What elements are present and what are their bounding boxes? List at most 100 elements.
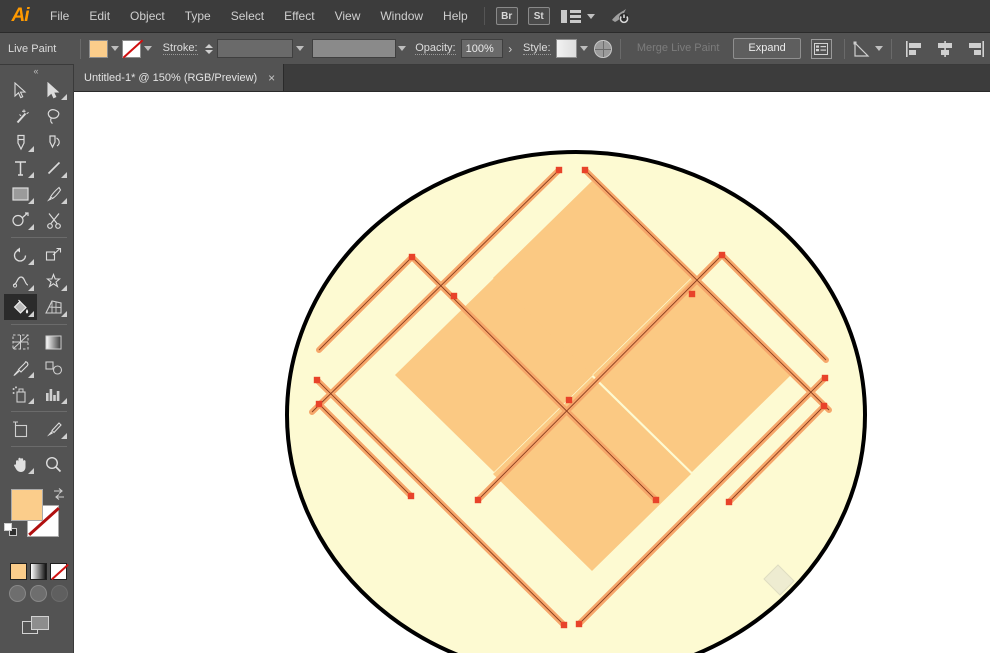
tools-grid — [0, 77, 74, 477]
merge-live-paint-button[interactable]: Merge Live Paint — [629, 38, 728, 59]
line-segment-tool[interactable] — [37, 155, 70, 181]
zoom-tool[interactable] — [37, 451, 70, 477]
stroke-weight-stepper[interactable] — [204, 40, 215, 58]
control-divider-3 — [844, 38, 845, 59]
color-mode-button[interactable] — [10, 563, 27, 580]
document-tab-bar: Untitled-1* @ 150% (RGB/Preview) × — [74, 64, 990, 92]
sphere-icon[interactable] — [594, 39, 612, 58]
workspace-switcher[interactable] — [560, 9, 595, 24]
eyedropper-tool[interactable] — [4, 355, 37, 381]
width-tool[interactable] — [4, 268, 37, 294]
stroke-weight-dropdown-arrow[interactable] — [293, 40, 307, 58]
tools-divider-1 — [4, 233, 74, 242]
style-label: Style: — [523, 42, 551, 55]
full-screen-menu-button[interactable] — [30, 585, 47, 602]
gradient-mode-button[interactable] — [30, 563, 47, 580]
menu-help[interactable]: Help — [433, 0, 478, 33]
expand-button[interactable]: Expand — [733, 38, 801, 59]
selection-tool[interactable] — [4, 77, 37, 103]
full-screen-button[interactable] — [51, 585, 68, 602]
tools-panel-grip[interactable]: « — [0, 65, 73, 77]
menu-divider — [483, 7, 485, 25]
symbol-sprayer-tool[interactable] — [4, 381, 37, 407]
document-canvas[interactable] — [74, 92, 990, 653]
menu-object[interactable]: Object — [120, 0, 175, 33]
app-logo: Ai — [11, 5, 30, 26]
menu-bar: Ai File Edit Object Type Select Effect V… — [0, 0, 990, 33]
illustrator-window: Ai File Edit Object Type Select Effect V… — [0, 0, 990, 653]
live-paint-artwork[interactable] — [74, 92, 990, 653]
stroke-dropdown-arrow[interactable] — [141, 40, 155, 58]
scissors-tool[interactable] — [37, 207, 70, 233]
bridge-button[interactable]: Br — [495, 7, 518, 25]
rectangle-tool[interactable] — [4, 181, 37, 207]
free-transform-tool[interactable] — [37, 242, 70, 268]
fill-stroke-control — [0, 483, 74, 559]
tools-divider-3 — [4, 407, 74, 416]
search-adobe-icon[interactable] — [609, 6, 631, 26]
paintbrush-tool[interactable] — [37, 181, 70, 207]
current-tool-label: Live Paint — [8, 42, 57, 55]
shaper-tool[interactable] — [4, 207, 37, 233]
curvature-tool[interactable] — [37, 129, 70, 155]
menu-window[interactable]: Window — [370, 0, 433, 33]
stock-button[interactable]: St — [527, 7, 550, 25]
align-center-icon[interactable] — [935, 40, 955, 58]
swap-fill-stroke-icon[interactable] — [52, 487, 66, 501]
draw-mode-row — [0, 602, 73, 636]
style-dropdown-arrow[interactable] — [577, 40, 591, 58]
opacity-input[interactable]: 100% — [460, 39, 504, 58]
normal-screen-mode-button[interactable] — [9, 585, 26, 602]
paint-mode-row — [0, 559, 73, 580]
align-right-icon[interactable] — [965, 40, 985, 58]
direct-selection-tool[interactable] — [37, 77, 70, 103]
graphic-style-swatch[interactable] — [555, 39, 577, 58]
type-tool[interactable] — [4, 155, 37, 181]
stroke-color-swatch[interactable] — [121, 39, 142, 58]
menu-view[interactable]: View — [325, 0, 371, 33]
default-fill-stroke-icon[interactable] — [4, 523, 18, 537]
menu-file[interactable]: File — [40, 0, 79, 33]
menu-effect[interactable]: Effect — [274, 0, 324, 33]
menu-edit[interactable]: Edit — [79, 0, 120, 33]
stroke-weight-label: Stroke: — [162, 42, 198, 55]
opacity-expand-arrow[interactable]: › — [503, 39, 517, 58]
chevron-down-icon — [586, 13, 595, 19]
pen-tool[interactable] — [4, 129, 37, 155]
menu-type[interactable]: Type — [175, 0, 221, 33]
column-graph-tool[interactable] — [37, 381, 70, 407]
mesh-tool[interactable] — [4, 329, 37, 355]
rotate-tool[interactable] — [4, 242, 37, 268]
fill-color-swatch[interactable] — [88, 39, 109, 58]
hand-tool[interactable] — [4, 451, 37, 477]
transform-icon[interactable] — [853, 40, 883, 58]
opacity-label: Opacity: — [415, 42, 456, 55]
perspective-grid-tool[interactable] — [37, 294, 70, 320]
toolbar-fill-swatch[interactable] — [11, 489, 43, 521]
stroke-profile-dropdown-arrow[interactable] — [396, 40, 410, 58]
stroke-profile-selector[interactable] — [312, 39, 396, 58]
close-icon[interactable]: × — [268, 72, 275, 84]
control-divider-2 — [619, 38, 621, 59]
stroke-weight-input[interactable] — [217, 39, 293, 58]
tools-divider-4 — [4, 442, 74, 451]
blend-tool[interactable] — [37, 355, 70, 381]
document-tab[interactable]: Untitled-1* @ 150% (RGB/Preview) × — [74, 64, 285, 91]
control-bar: Live Paint Stroke: Opacity: 100% › Style… — [0, 33, 990, 65]
transform-chevron-down-icon — [875, 46, 883, 51]
fill-dropdown-arrow[interactable] — [108, 40, 122, 58]
align-left-icon[interactable] — [905, 40, 925, 58]
artboard-tool[interactable] — [4, 416, 37, 442]
magic-wand-tool[interactable] — [4, 103, 37, 129]
lasso-tool[interactable] — [37, 103, 70, 129]
none-mode-button[interactable] — [50, 563, 67, 580]
menu-select[interactable]: Select — [221, 0, 274, 33]
shape-builder-tool[interactable] — [37, 268, 70, 294]
document-setup-icon[interactable] — [810, 38, 833, 59]
document-tab-title: Untitled-1* @ 150% (RGB/Preview) — [84, 71, 258, 84]
slice-tool[interactable] — [37, 416, 70, 442]
gradient-tool[interactable] — [37, 329, 70, 355]
live-paint-bucket-tool[interactable] — [4, 294, 37, 320]
workspace-switcher-icon — [560, 9, 581, 24]
draw-normal-mode-button[interactable] — [21, 616, 52, 636]
